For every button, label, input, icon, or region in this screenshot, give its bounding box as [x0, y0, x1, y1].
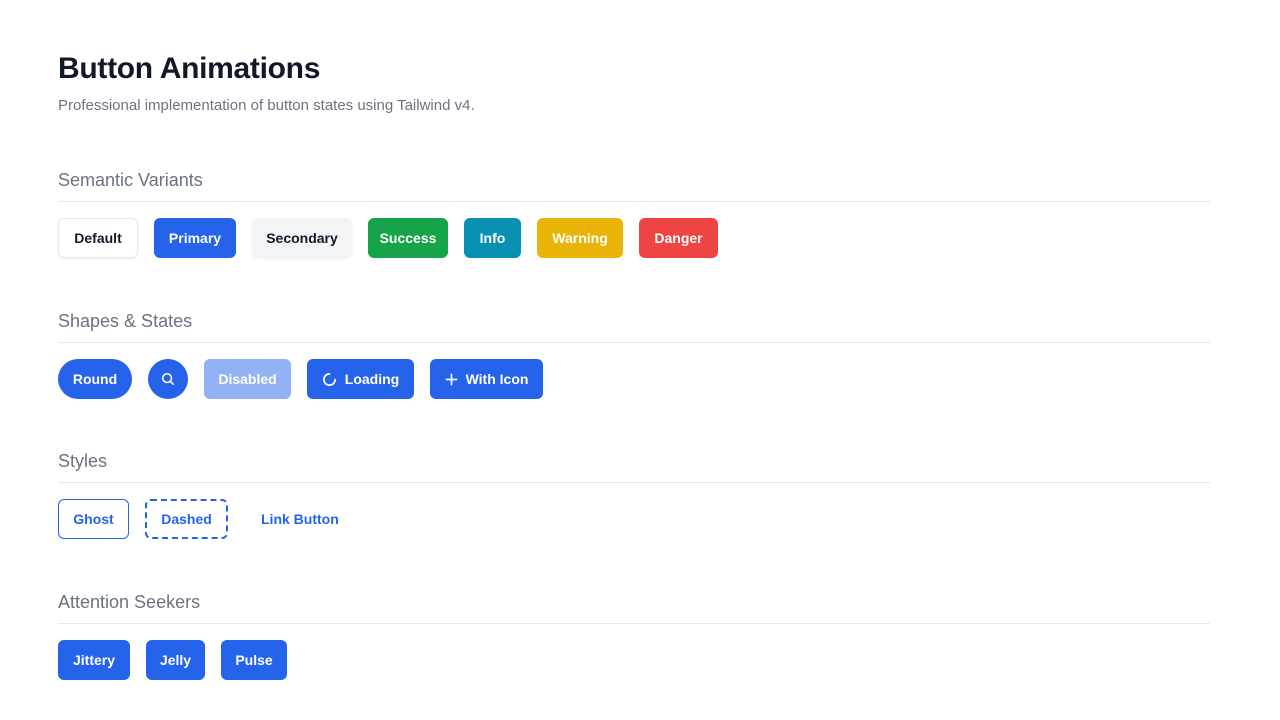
danger-button[interactable]: Danger: [639, 218, 718, 258]
disabled-button: Disabled: [204, 359, 291, 399]
primary-button[interactable]: Primary: [154, 218, 236, 258]
section-title: Attention Seekers: [58, 592, 201, 612]
link-button[interactable]: Link Button: [244, 499, 356, 539]
search-button[interactable]: [148, 359, 188, 399]
warning-button[interactable]: Warning: [537, 218, 623, 258]
ghost-button[interactable]: Ghost: [58, 499, 129, 539]
plus-icon: [445, 371, 458, 387]
pulse-button[interactable]: Pulse: [221, 640, 287, 680]
with-icon-button[interactable]: With Icon: [430, 359, 543, 399]
info-button[interactable]: Info: [464, 218, 521, 258]
button-row: Ghost Dashed Link Button: [58, 499, 1210, 539]
with-icon-label: With Icon: [465, 371, 529, 387]
button-row: Default Primary Secondary Success Info W…: [58, 218, 1210, 258]
jittery-button[interactable]: Jittery: [58, 640, 130, 680]
section-shapes-states: Shapes & States Round Disabled Loading W…: [58, 309, 1210, 399]
page-title: Button Animations: [58, 52, 321, 85]
jelly-button[interactable]: Jelly: [146, 640, 205, 680]
loading-label: Loading: [344, 371, 400, 387]
section-divider: [58, 342, 1210, 343]
section-title: Semantic Variants: [58, 170, 203, 190]
section-divider: [58, 482, 1210, 483]
section-attention-seekers: Attention Seekers Jittery Jelly Pulse: [58, 590, 1210, 680]
page-subtitle: Professional implementation of button st…: [58, 97, 475, 114]
section-title: Styles: [58, 451, 108, 471]
loading-button[interactable]: Loading: [307, 359, 414, 399]
success-button[interactable]: Success: [368, 218, 448, 258]
default-button[interactable]: Default: [58, 218, 138, 258]
round-button[interactable]: Round: [58, 359, 132, 399]
spinner-icon: [322, 371, 337, 387]
button-row: Jittery Jelly Pulse: [58, 640, 1210, 680]
section-divider: [58, 623, 1210, 624]
secondary-button[interactable]: Secondary: [252, 218, 352, 258]
section-title: Shapes & States: [58, 311, 193, 331]
button-row: Round Disabled Loading With Icon: [58, 359, 1210, 399]
section-divider: [58, 201, 1210, 202]
section-semantic-variants: Semantic Variants Default Primary Second…: [58, 168, 1210, 258]
dashed-button[interactable]: Dashed: [145, 499, 228, 539]
section-styles: Styles Ghost Dashed Link Button: [58, 449, 1210, 539]
search-icon: [160, 371, 176, 387]
